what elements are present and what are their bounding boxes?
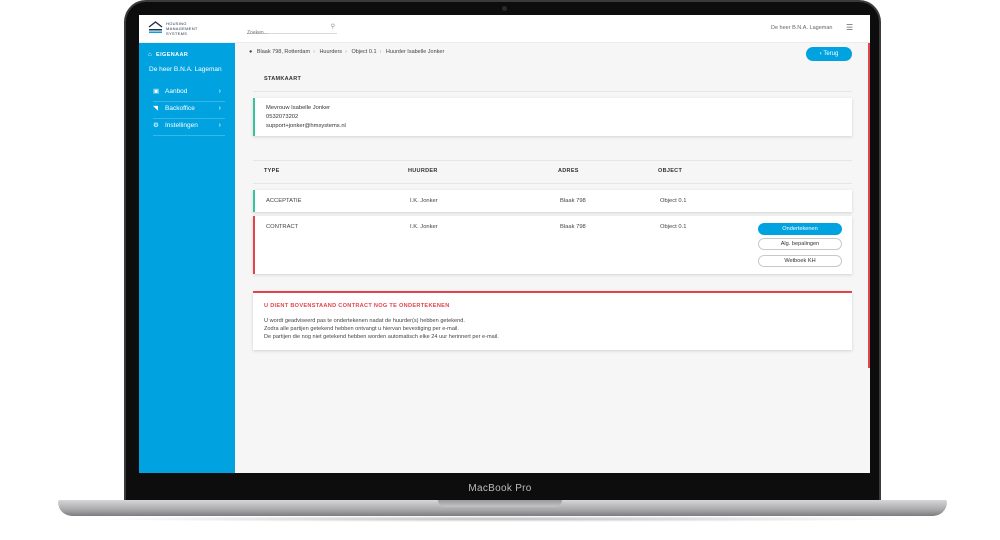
- sidebar-item-instellingen[interactable]: ⚙ Instellingen ›: [153, 119, 225, 136]
- cell-tenant: I.K. Jonker: [410, 224, 438, 230]
- column-header-object: OBJECT: [658, 168, 683, 174]
- chevron-right-icon: ›: [218, 122, 221, 129]
- camera-dot: [502, 6, 507, 11]
- page-accent-line: [868, 43, 870, 368]
- brand-logo-text: HOUSING MANAGEMENT SYSTEMS: [166, 21, 198, 36]
- divider: [253, 183, 852, 184]
- laptop-shadow: [80, 516, 925, 522]
- search-input[interactable]: [247, 27, 325, 39]
- sidebar-owner-name: De heer B.N.A. Lageman: [149, 66, 222, 73]
- sign-button[interactable]: Ondertekenen: [758, 223, 842, 235]
- column-header-address: ADRES: [558, 168, 579, 174]
- back-button[interactable]: ‹ Terug: [806, 47, 852, 61]
- location-pin-icon: ●: [249, 49, 253, 55]
- stamkaart-title: STAMKAART: [264, 76, 302, 82]
- breadcrumb-current: Huurder Isabelle Jonker: [385, 49, 445, 55]
- gear-icon: ⚙: [153, 122, 159, 129]
- divider: [253, 160, 852, 161]
- breadcrumb-item[interactable]: Blaak 798, Rotterdam: [257, 49, 310, 55]
- divider: [253, 91, 852, 92]
- breadcrumb-item[interactable]: Object 0.1: [351, 49, 376, 55]
- notice-card: U DIENT BOVENSTAAND CONTRACT NOG TE ONDE…: [253, 291, 852, 350]
- device-label: MacBook Pro: [468, 483, 532, 494]
- brand-logo[interactable]: HOUSING MANAGEMENT SYSTEMS: [148, 20, 208, 38]
- home-icon: ⌂: [148, 52, 153, 58]
- chevron-right-icon: ›: [218, 105, 221, 112]
- contact-email: support+jonker@hmsystems.nl: [266, 123, 346, 129]
- app-screen: HOUSING MANAGEMENT SYSTEMS ⚲ De heer B.N…: [139, 15, 870, 473]
- cell-type: CONTRACT: [266, 224, 299, 230]
- search-field: ⚲: [247, 21, 337, 39]
- breadcrumb-item[interactable]: Huurders: [319, 49, 342, 55]
- cell-object: Object 0.1: [660, 224, 687, 230]
- search-icon[interactable]: ⚲: [331, 23, 335, 30]
- table-row[interactable]: ACCEPTATIE I.K. Jonker Blaak 798 Object …: [253, 190, 852, 212]
- sidebar-item-label: Backoffice: [165, 105, 195, 112]
- notice-line: De partijen die nog niet getekend hebben…: [264, 334, 499, 340]
- header-user-name[interactable]: De heer B.N.A. Lageman: [771, 25, 832, 31]
- sidebar-nav: ▣ Aanbod › ◥ Backoffice › ⚙ Instellingen ›: [153, 85, 225, 136]
- cell-address: Blaak 798: [560, 198, 586, 204]
- contact-card: Mevrouw Isabelle Jonker 0532073202 suppo…: [253, 98, 852, 136]
- contact-name: Mevrouw Isabelle Jonker: [266, 105, 331, 111]
- notice-line: U wordt geadviseerd pas te ondertekenen …: [264, 318, 465, 324]
- contact-phone: 0532073202: [266, 114, 299, 120]
- laptop-base-notch: [438, 500, 562, 507]
- notice-title: U DIENT BOVENSTAAND CONTRACT NOG TE ONDE…: [264, 303, 450, 309]
- hamburger-menu-icon[interactable]: ☰: [846, 24, 853, 32]
- top-bar: HOUSING MANAGEMENT SYSTEMS ⚲ De heer B.N…: [139, 15, 870, 43]
- cell-tenant: I.K. Jonker: [410, 198, 438, 204]
- chevron-left-icon: ‹: [819, 51, 822, 57]
- cell-object: Object 0.1: [660, 198, 687, 204]
- column-header-tenant: HUURDER: [408, 168, 438, 174]
- cart-icon: ▣: [153, 88, 160, 95]
- folder-icon: ◥: [153, 105, 158, 112]
- cell-type: ACCEPTATIE: [266, 198, 302, 204]
- sidebar-item-label: Instellingen: [165, 122, 198, 129]
- sidebar-item-label: Aanbod: [165, 88, 188, 95]
- cell-address: Blaak 798: [560, 224, 586, 230]
- sidebar: ⌂ EIGENAAR De heer B.N.A. Lageman ▣ Aanbod…: [139, 43, 235, 473]
- column-header-type: TYPE: [264, 168, 280, 174]
- sidebar-item-aanbod[interactable]: ▣ Aanbod ›: [153, 85, 225, 102]
- sidebar-role: ⌂ EIGENAAR: [148, 52, 189, 58]
- breadcrumb: ● Blaak 798, Rotterdam › Huurders › Object…: [249, 49, 445, 55]
- notice-line: Zodra alle partijen getekend hebben ontv…: [264, 326, 459, 332]
- general-terms-button[interactable]: Alg. bepalingen: [758, 238, 842, 250]
- chevron-right-icon: ›: [218, 88, 221, 95]
- sidebar-item-backoffice[interactable]: ◥ Backoffice ›: [153, 102, 225, 119]
- house-logo-icon: [148, 21, 163, 33]
- civil-code-button[interactable]: Wetboek KH: [758, 255, 842, 267]
